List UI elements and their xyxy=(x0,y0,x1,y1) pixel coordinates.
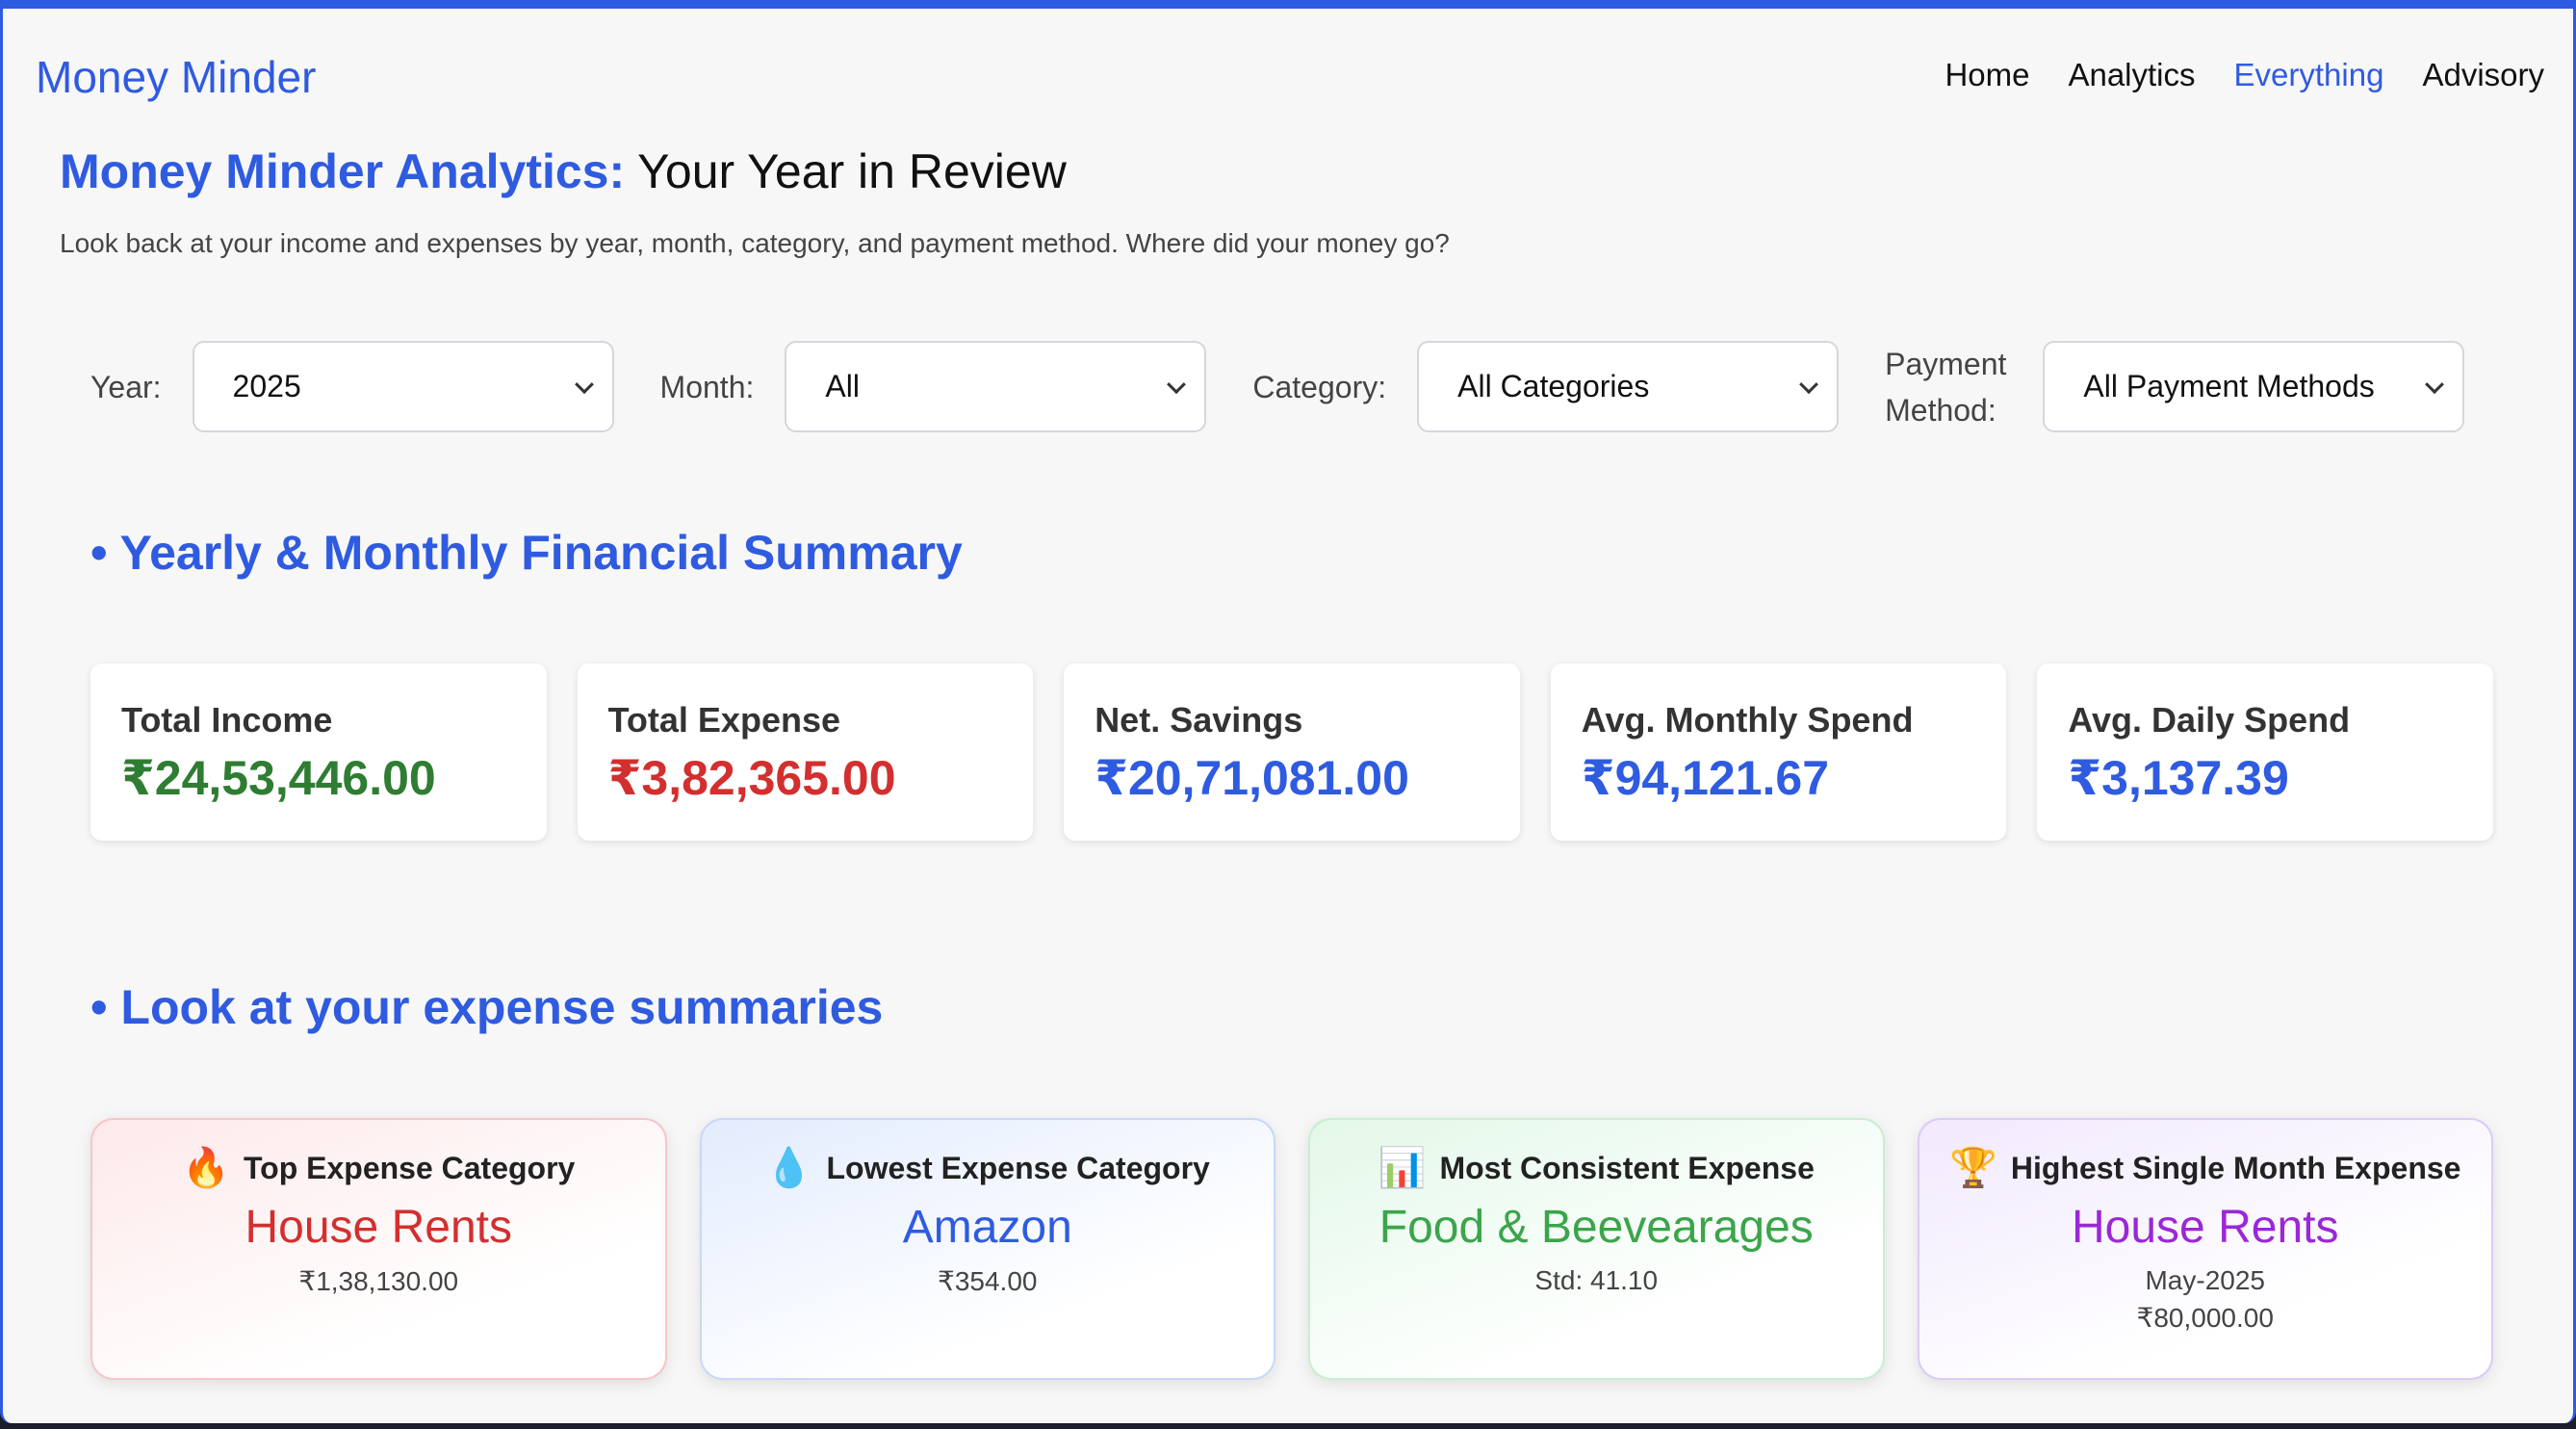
filter-bar: Year: 2025 Month: All Category: All Cate… xyxy=(90,340,2493,433)
fire-icon: 🔥 xyxy=(182,1147,230,1189)
summary-card-value: ₹3,137.39 xyxy=(2068,751,2289,805)
expense-card-lowest-category: 💧 Lowest Expense Category Amazon ₹354.00 xyxy=(699,1118,1275,1380)
year-select-value: 2025 xyxy=(232,369,301,403)
nav-advisory[interactable]: Advisory xyxy=(2422,57,2544,93)
bar-chart-icon: 📊 xyxy=(1378,1147,1427,1189)
droplet-icon: 💧 xyxy=(764,1147,813,1189)
app-window: Money Minder Home Analytics Everything A… xyxy=(0,0,2576,1423)
summary-card-net-savings: Net. Savings ₹20,71,081.00 xyxy=(1064,663,1520,841)
summary-card-value: ₹3,82,365.00 xyxy=(607,751,896,805)
chevron-down-icon xyxy=(2425,374,2445,394)
summary-card-label: Total Expense xyxy=(607,700,840,740)
summary-card-total-expense: Total Expense ₹3,82,365.00 xyxy=(577,663,1034,841)
expense-card-highest-month: 🏆 Highest Single Month Expense House Ren… xyxy=(1917,1118,2493,1380)
summary-card-label: Avg. Daily Spend xyxy=(2068,700,2351,740)
trophy-icon: 🏆 xyxy=(1949,1147,1997,1189)
page-title-rest: Your Year in Review xyxy=(625,144,1067,198)
summary-cards: Total Income ₹24,53,446.00 Total Expense… xyxy=(90,663,2493,841)
expense-card-name: Food & Beevearages xyxy=(1378,1202,1814,1253)
payment-label-line1: Payment xyxy=(1885,346,2007,381)
expense-card-detail: Std: 41.10 xyxy=(1534,1265,1659,1295)
nav-everything[interactable]: Everything xyxy=(2234,57,2384,93)
summary-card-value: ₹94,121.67 xyxy=(1581,751,1830,805)
expense-card-heading-text: Lowest Expense Category xyxy=(826,1150,1210,1185)
chevron-down-icon xyxy=(1167,374,1187,394)
nav-analytics[interactable]: Analytics xyxy=(2068,57,2195,93)
expense-card-name: Amazon xyxy=(902,1202,1072,1253)
payment-method-select[interactable]: All Payment Methods xyxy=(2043,341,2465,432)
nav-home[interactable]: Home xyxy=(1945,57,2029,93)
expense-card-heading: 🏆 Highest Single Month Expense xyxy=(1919,1149,2492,1187)
payment-select-value: All Payment Methods xyxy=(2083,369,2375,403)
summary-card-avg-daily-spend: Avg. Daily Spend ₹3,137.39 xyxy=(2037,663,2493,841)
payment-label-line2: Method: xyxy=(1885,392,1996,428)
expense-card-top-category: 🔥 Top Expense Category House Rents ₹1,38… xyxy=(90,1118,667,1380)
month-select-value: All xyxy=(825,369,860,403)
page-title-accent: Money Minder Analytics: xyxy=(60,144,626,198)
payment-method-label: Payment Method: xyxy=(1885,341,2006,433)
top-nav: Home Analytics Everything Advisory xyxy=(1945,57,2544,93)
category-select-value: All Categories xyxy=(1457,369,1650,403)
summary-card-value: ₹20,71,081.00 xyxy=(1095,751,1409,805)
chevron-down-icon xyxy=(574,374,594,394)
summary-card-label: Net. Savings xyxy=(1095,700,1303,740)
summary-card-avg-monthly-spend: Avg. Monthly Spend ₹94,121.67 xyxy=(1550,663,2007,841)
month-select[interactable]: All xyxy=(785,341,1207,432)
expense-card-heading-text: Highest Single Month Expense xyxy=(2010,1150,2461,1185)
page-subtitle: Look back at your income and expenses by… xyxy=(60,228,1450,258)
summary-card-label: Total Income xyxy=(121,700,333,740)
expense-card-heading-text: Most Consistent Expense xyxy=(1439,1150,1815,1185)
expense-card-detail: ₹1,38,130.00 xyxy=(298,1266,459,1296)
expense-card-most-consistent: 📊 Most Consistent Expense Food & Beevear… xyxy=(1308,1118,1885,1380)
expense-card-heading: 📊 Most Consistent Expense xyxy=(1310,1149,1883,1187)
brand-logo[interactable]: Money Minder xyxy=(36,51,316,103)
category-select[interactable]: All Categories xyxy=(1417,341,1840,432)
expense-card-detail: May-2025 xyxy=(2145,1265,2265,1295)
expense-card-heading-text: Top Expense Category xyxy=(243,1150,576,1185)
summary-card-label: Avg. Monthly Spend xyxy=(1581,700,1914,740)
expense-card-heading: 🔥 Top Expense Category xyxy=(92,1149,665,1187)
expense-card-heading: 💧 Lowest Expense Category xyxy=(702,1149,1275,1187)
year-select[interactable]: 2025 xyxy=(192,341,614,432)
expense-card-name: House Rents xyxy=(2072,1202,2339,1253)
page-title: Money Minder Analytics: Your Year in Rev… xyxy=(60,143,1067,199)
year-label: Year: xyxy=(90,369,162,404)
month-label: Month: xyxy=(659,369,755,404)
expense-card-name: House Rents xyxy=(245,1202,512,1253)
expenses-section-title: • Look at your expense summaries xyxy=(90,980,884,1034)
expense-card-detail-amount: ₹80,000.00 xyxy=(2136,1303,2274,1333)
summary-card-total-income: Total Income ₹24,53,446.00 xyxy=(90,663,547,841)
summary-section-title: • Yearly & Monthly Financial Summary xyxy=(90,526,963,580)
summary-card-value: ₹24,53,446.00 xyxy=(121,751,436,805)
category-label: Category: xyxy=(1252,369,1387,404)
expense-cards: 🔥 Top Expense Category House Rents ₹1,38… xyxy=(90,1118,2493,1380)
chevron-down-icon xyxy=(1799,374,1819,394)
expense-card-detail: ₹354.00 xyxy=(938,1266,1038,1296)
